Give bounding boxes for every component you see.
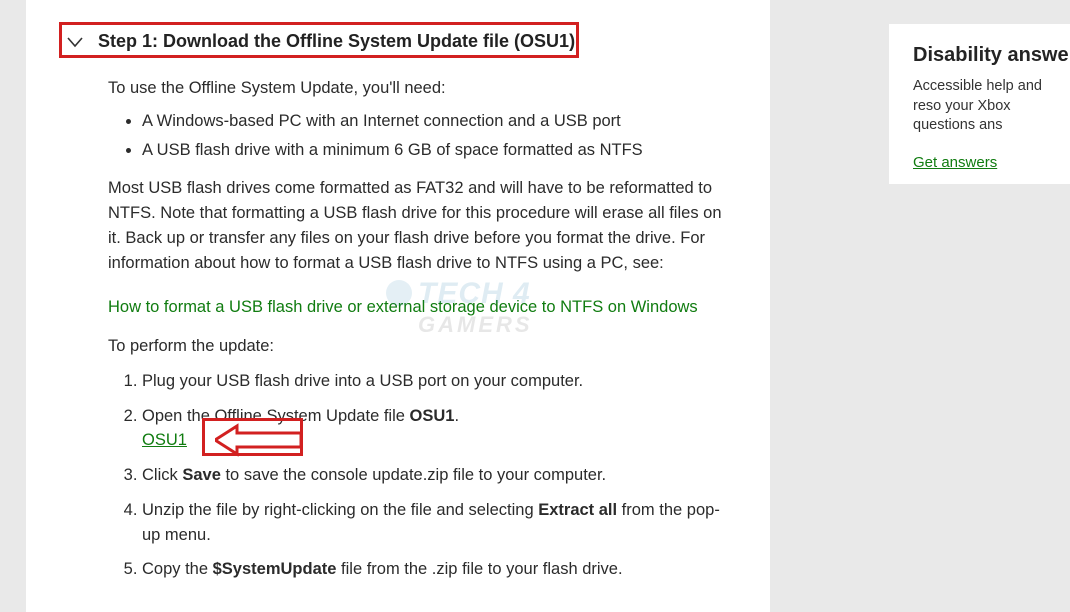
step-title: Step 1: Download the Offline System Upda… (98, 31, 575, 52)
step-text: Open the Offline System Update file (142, 407, 410, 425)
sidebar-title: Disability answe (913, 44, 1070, 67)
intro-text: To use the Offline System Update, you'll… (108, 76, 730, 101)
list-item: Click Save to save the console update.zi… (142, 463, 730, 488)
fat32-note: Most USB flash drives come formatted as … (108, 176, 730, 275)
osu1-bold: OSU1 (410, 407, 455, 425)
get-answers-link[interactable]: Get answers (913, 154, 997, 171)
step-1-header[interactable]: Step 1: Download the Offline System Upda… (66, 25, 730, 62)
perform-text: To perform the update: (108, 334, 730, 359)
disability-answer-card: Disability answe Accessible help and res… (889, 24, 1070, 184)
extract-all-bold: Extract all (538, 501, 617, 519)
sidebar-text: Accessible help and reso your Xbox quest… (913, 77, 1070, 136)
requirements-list: A Windows-based PC with an Internet conn… (108, 109, 730, 163)
osu1-download-link[interactable]: OSU1 (142, 431, 187, 449)
step-text: to save the console update.zip file to y… (221, 466, 606, 484)
step-text: Unzip the file by right-clicking on the … (142, 501, 538, 519)
step-text: . (454, 407, 459, 425)
list-item: Open the Offline System Update file OSU1… (142, 404, 730, 454)
main-article-card: Step 1: Download the Offline System Upda… (26, 0, 770, 612)
systemupdate-bold: $SystemUpdate (213, 560, 337, 578)
list-item: A Windows-based PC with an Internet conn… (142, 109, 730, 134)
step-text: Click (142, 466, 182, 484)
update-steps-list: Plug your USB flash drive into a USB por… (108, 369, 730, 582)
step-text: file from the .zip file to your flash dr… (336, 560, 622, 578)
list-item: Copy the $SystemUpdate file from the .zi… (142, 557, 730, 582)
list-item: A USB flash drive with a minimum 6 GB of… (142, 138, 730, 163)
list-item: Unzip the file by right-clicking on the … (142, 498, 730, 548)
step-text: Copy the (142, 560, 213, 578)
ntfs-format-link[interactable]: How to format a USB flash drive or exter… (108, 295, 730, 320)
step-content: To use the Offline System Update, you'll… (66, 76, 730, 582)
chevron-down-icon (66, 33, 84, 51)
save-bold: Save (182, 466, 221, 484)
list-item: Plug your USB flash drive into a USB por… (142, 369, 730, 394)
